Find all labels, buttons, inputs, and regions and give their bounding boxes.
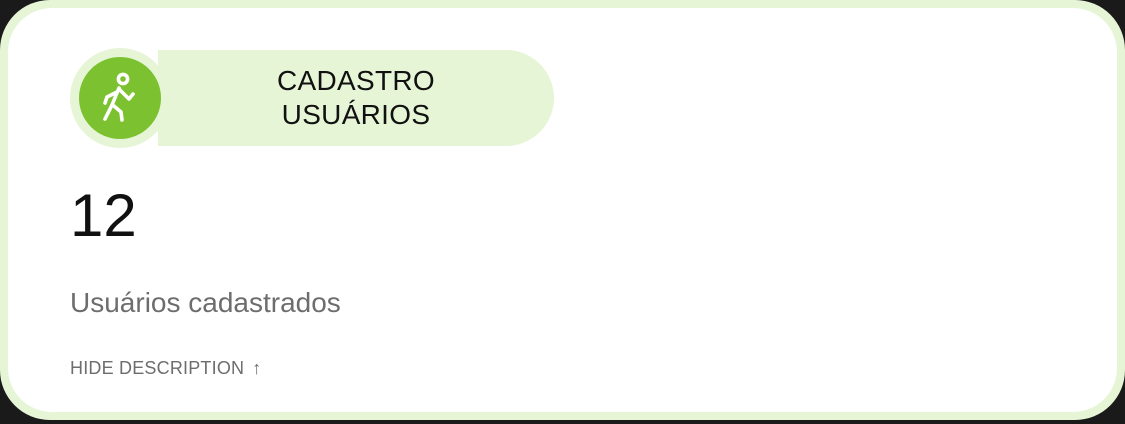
hide-description-button[interactable]: HIDE DESCRIPTION ↑ [70,356,261,380]
metric-value: 12 [70,182,137,249]
badge-icon-ring [70,48,170,148]
walking-person-icon [79,57,161,139]
card-title: CADASTRO USUÁRIOS [277,65,435,130]
stat-card: CADASTRO USUÁRIOS 12 Usuários cadastrado… [8,8,1117,412]
hide-description-label: HIDE DESCRIPTION [70,358,245,378]
stat-card-frame: CADASTRO USUÁRIOS 12 Usuários cadastrado… [0,0,1125,420]
title-badge: CADASTRO USUÁRIOS [158,50,554,146]
arrow-up-icon: ↑ [252,358,262,378]
metric-description: Usuários cadastrados [70,287,341,318]
